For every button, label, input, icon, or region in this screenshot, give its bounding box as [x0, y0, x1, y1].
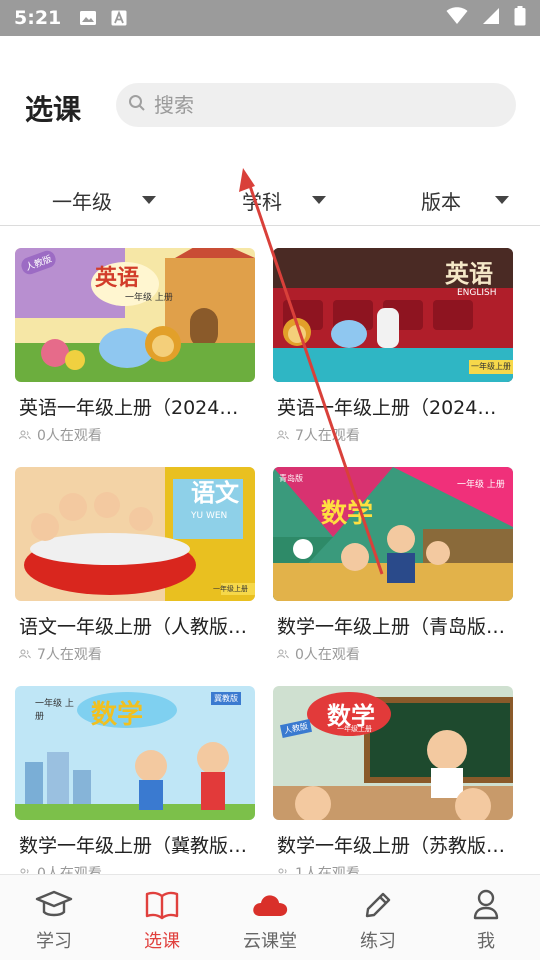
filter-edition[interactable]: 版本: [421, 176, 509, 224]
thumb-title: 英语: [95, 266, 140, 291]
filter-label: 一年级: [52, 189, 112, 214]
viewer-count: 7人在观看: [277, 425, 360, 445]
course-title: 英语一年级上册（2024…: [19, 397, 239, 419]
course-title: 语文一年级上册（人教版…: [19, 616, 248, 638]
tab-label: 练习: [360, 931, 396, 952]
course-thumbnail: 语文 YU WEN 一年级上册: [15, 467, 255, 601]
viewer-count: 0人在观看: [19, 425, 102, 445]
viewer-count: 0人在观看: [19, 863, 102, 874]
status-bar: 5:21: [0, 0, 540, 36]
course-card[interactable]: 英语 一年级 上册 人教版 英语一年级上册（2024… 0人在观看: [15, 248, 257, 458]
course-thumbnail: 数学 一年级 上册 青岛版: [273, 467, 513, 601]
viewer-count: 0人在观看: [277, 644, 360, 664]
text-a-icon: [111, 10, 129, 26]
caret-down-icon: [142, 196, 156, 204]
viewer-count-text: 0人在观看: [37, 866, 102, 874]
viewers-icon: [277, 430, 289, 440]
thumb-badge: 青岛版: [279, 474, 303, 483]
tab-label: 我: [477, 931, 495, 952]
signal-icon: [482, 7, 500, 29]
course-thumbnail: 数学 一年级 上册 冀教版: [15, 686, 255, 820]
thumb-title: 英语: [445, 260, 493, 288]
thumb-badge: 一年级上册: [213, 585, 248, 593]
course-title: 数学一年级上册（青岛版…: [277, 616, 506, 638]
thumb-subtitle: 一年级 上册: [35, 699, 74, 722]
thumb-subtitle: YU WEN: [191, 511, 228, 521]
viewer-count-text: 1人在观看: [295, 866, 360, 874]
course-card[interactable]: 数学 一年级 上册 青岛版 数学一年级上册（青岛版… 0人在观看: [273, 467, 515, 677]
course-title: 数学一年级上册（苏教版…: [277, 835, 506, 857]
filter-bar: 一年级 学科 版本: [0, 176, 540, 226]
course-card[interactable]: 英语 ENGLISH 一年级上册 英语一年级上册（2024… 7人在观看: [273, 248, 515, 458]
course-thumbnail: 数学 一年级上册 人教版: [273, 686, 513, 820]
bottom-tab-bar: 学习 选课 云课堂 练习 我: [0, 874, 540, 960]
graduation-cap-icon: [34, 889, 74, 921]
cloud-icon: [251, 889, 289, 921]
thumb-subtitle: 一年级上册: [337, 725, 372, 733]
course-thumbnail: 英语 一年级 上册 人教版: [15, 248, 255, 382]
viewers-icon: [19, 649, 31, 659]
tab-course-select[interactable]: 选课: [108, 875, 216, 961]
tab-cloud-class[interactable]: 云课堂: [216, 875, 324, 961]
tab-label: 学习: [36, 931, 72, 952]
book-icon: [145, 889, 179, 921]
tab-practice[interactable]: 练习: [324, 875, 432, 961]
battery-icon: [514, 6, 526, 30]
pencil-icon: [363, 889, 393, 921]
thumb-subtitle: 一年级 上册: [457, 480, 505, 490]
thumb-badge: 冀教版: [211, 692, 241, 705]
thumb-badge: 一年级上册: [471, 362, 511, 371]
thumb-title: 语文: [191, 479, 239, 507]
thumb-title: 数学: [91, 700, 144, 730]
status-time: 5:21: [14, 7, 62, 29]
viewer-count: 7人在观看: [19, 644, 102, 664]
caret-down-icon: [495, 196, 509, 204]
viewers-icon: [19, 430, 31, 440]
tab-label: 云课堂: [243, 931, 297, 952]
tab-label: 选课: [144, 931, 180, 952]
tab-me[interactable]: 我: [432, 875, 540, 961]
tab-study[interactable]: 学习: [0, 875, 108, 961]
viewer-count: 1人在观看: [277, 863, 360, 874]
course-thumbnail: 英语 ENGLISH 一年级上册: [273, 248, 513, 382]
filter-subject[interactable]: 学科: [242, 176, 326, 224]
viewers-icon: [277, 649, 289, 659]
viewer-count-text: 0人在观看: [295, 647, 360, 663]
course-grid: 英语 一年级 上册 人教版 英语一年级上册（2024… 0人在观看 英语 ENG…: [0, 226, 540, 874]
viewer-count-text: 7人在观看: [295, 428, 360, 444]
viewer-count-text: 7人在观看: [37, 647, 102, 663]
filter-label: 版本: [421, 189, 461, 214]
person-icon: [472, 889, 500, 921]
thumb-subtitle: ENGLISH: [457, 288, 497, 298]
search-icon: [128, 94, 146, 116]
course-card[interactable]: 数学 一年级 上册 冀教版 数学一年级上册（冀教版… 0人在观看: [15, 686, 257, 874]
course-title: 数学一年级上册（冀教版…: [19, 835, 248, 857]
page-title: 选课: [25, 93, 82, 126]
search-input[interactable]: [154, 93, 484, 117]
page-header: 选课: [0, 36, 540, 176]
course-card[interactable]: 语文 YU WEN 一年级上册 语文一年级上册（人教版… 7人在观看: [15, 467, 257, 677]
course-title: 英语一年级上册（2024…: [277, 397, 497, 419]
wifi-icon: [446, 7, 468, 29]
course-card[interactable]: 数学 一年级上册 人教版 数学一年级上册（苏教版… 1人在观看: [273, 686, 515, 874]
thumb-subtitle: 一年级 上册: [125, 293, 173, 303]
filter-label: 学科: [242, 189, 282, 214]
thumb-title: 数学: [321, 499, 374, 529]
viewer-count-text: 0人在观看: [37, 428, 102, 444]
caret-down-icon: [312, 196, 326, 204]
image-icon: [79, 10, 97, 26]
filter-grade[interactable]: 一年级: [52, 176, 156, 224]
search-bar[interactable]: [116, 83, 516, 127]
